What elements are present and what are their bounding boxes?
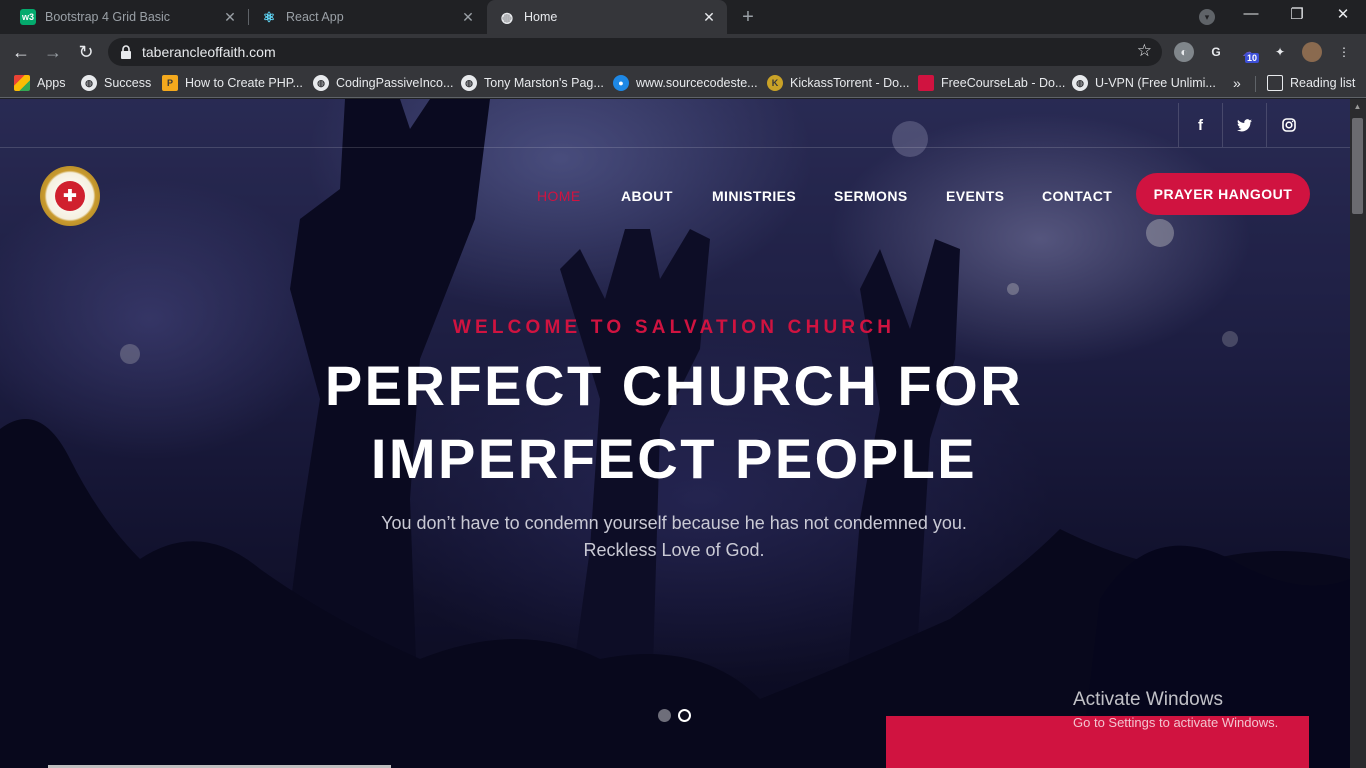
extension-badge: 10 — [1245, 53, 1260, 63]
p-icon: P — [162, 75, 178, 91]
activate-windows-title: Activate Windows — [1073, 689, 1223, 710]
globe-icon: ◍ — [461, 75, 477, 91]
bookmark-freecourselab[interactable]: FreeCourseLab - Do... — [918, 75, 1065, 91]
bookmark-divider — [1255, 76, 1256, 92]
google-icon[interactable]: G — [1206, 42, 1226, 62]
bookmark-kickass[interactable]: K KickassTorrent - Do... — [767, 75, 909, 91]
close-icon[interactable]: ✕ — [460, 9, 476, 25]
globe-icon: ◍ — [313, 75, 329, 91]
bookmark-tony[interactable]: ◍ Tony Marston's Pag... — [461, 75, 604, 91]
nav-ministries[interactable]: MINISTRIES — [712, 188, 796, 204]
bookmark-label: www.sourcecodeste... — [636, 76, 758, 90]
lock-icon — [121, 45, 131, 59]
hero-headline-line2: IMPERFECT PEOPLE — [370, 427, 978, 490]
bookmark-label: KickassTorrent - Do... — [790, 76, 910, 90]
bookmark-label: Apps — [37, 76, 66, 90]
nav-events[interactable]: EVENTS — [946, 188, 1004, 204]
profile-avatar[interactable] — [1302, 42, 1322, 62]
bookmark-label: How to Create PHP... — [185, 76, 303, 90]
nav-contact[interactable]: CONTACT — [1042, 188, 1112, 204]
extension-compass-icon[interactable]: ◐ — [1174, 42, 1194, 62]
church-logo[interactable]: ✚ — [40, 166, 100, 226]
hero-section: f ✚ HOME ABOUT MINISTRIES SERMONS EVENTS… — [0, 99, 1350, 768]
reading-list-button[interactable]: Reading list — [1267, 75, 1355, 91]
bookmark-success[interactable]: ◍ Success — [81, 75, 151, 91]
globe-icon: ◍ — [81, 75, 97, 91]
slider-dot-1[interactable] — [658, 709, 671, 722]
bookmark-uvpn[interactable]: ◍ U-VPN (Free Unlimi... — [1072, 75, 1216, 91]
reading-list-icon — [1267, 75, 1283, 91]
bookmark-codingpassive[interactable]: ◍ CodingPassiveInco... — [313, 75, 453, 91]
nav-sermons[interactable]: SERMONS — [834, 188, 908, 204]
extensions-puzzle-icon[interactable]: ✦ — [1270, 42, 1290, 62]
browser-toolbar: ← → ↻ taberancleoffaith.com ☆ ◐ G ☁ ✦ ⋮ — [0, 34, 1366, 70]
topbar-divider — [0, 147, 1350, 148]
bookmark-label: U-VPN (Free Unlimi... — [1095, 76, 1216, 90]
close-icon[interactable]: ✕ — [701, 9, 717, 25]
nav-about[interactable]: ABOUT — [621, 188, 673, 204]
new-tab-button[interactable]: + — [737, 6, 759, 29]
tab-title: Bootstrap 4 Grid Basic — [45, 10, 171, 24]
hero-subtext-line2: Reckless Love of God. — [583, 540, 765, 560]
restore-icon[interactable]: ❐ — [1282, 5, 1312, 23]
more-bookmarks-icon[interactable]: » — [1233, 75, 1241, 91]
bookmark-star-icon[interactable]: ☆ — [1137, 41, 1152, 61]
facebook-icon[interactable]: f — [1178, 103, 1222, 147]
bible-cross-icon: ✚ — [55, 181, 85, 211]
url-text: taberancleoffaith.com — [142, 44, 276, 60]
tab-react[interactable]: ⚛ React App ✕ — [249, 0, 486, 34]
tab-title: Home — [524, 10, 558, 24]
globe-icon: ◍ — [500, 8, 514, 25]
bookmark-icon — [918, 75, 934, 91]
bookmarks-bar: Apps ◍ Success P How to Create PHP... ◍ … — [0, 70, 1366, 98]
forward-icon[interactable]: → — [42, 41, 64, 63]
bookmark-php[interactable]: P How to Create PHP... — [162, 75, 303, 91]
tab-home[interactable]: ◍ Home ✕ — [487, 0, 727, 34]
hero-kicker: WELCOME TO SALVATION CHURCH — [452, 317, 896, 338]
bookmark-sourcecode[interactable]: ● www.sourcecodeste... — [613, 75, 758, 91]
minimize-icon[interactable]: — — [1236, 5, 1266, 22]
drop-icon: ● — [613, 75, 629, 91]
scrollbar-thumb[interactable] — [1352, 118, 1363, 214]
activate-windows-subtitle: Go to Settings to activate Windows. — [1073, 715, 1279, 730]
back-icon[interactable]: ← — [10, 41, 32, 63]
slider-dot-2[interactable] — [678, 709, 691, 722]
reading-list-label: Reading list — [1290, 76, 1356, 90]
tab-search-icon[interactable]: ▾ — [1199, 9, 1215, 25]
tab-title: React App — [286, 10, 344, 24]
address-bar[interactable]: taberancleoffaith.com ☆ — [108, 38, 1162, 66]
hero-subtext-line1: You don’t have to condemn yourself becau… — [381, 513, 967, 533]
reload-icon[interactable]: ↻ — [75, 41, 97, 63]
bookmark-label: Success — [104, 76, 152, 90]
bookmark-apps[interactable]: Apps — [14, 75, 66, 91]
close-window-icon[interactable]: ✕ — [1328, 5, 1358, 23]
close-icon[interactable]: ✕ — [222, 9, 238, 25]
apps-grid-icon — [14, 75, 30, 91]
twitter-icon[interactable] — [1222, 103, 1266, 147]
bookmark-label: FreeCourseLab - Do... — [941, 76, 1066, 90]
hero-headline-line1: PERFECT CHURCH FOR — [324, 354, 1024, 417]
w3schools-icon: w3 — [20, 9, 36, 25]
instagram-icon[interactable] — [1266, 103, 1310, 147]
scroll-up-arrow-icon[interactable]: ▲ — [1352, 102, 1363, 111]
nav-home[interactable]: HOME — [537, 188, 581, 204]
tab-bootstrap[interactable]: w3 Bootstrap 4 Grid Basic ✕ — [8, 0, 248, 34]
menu-kebab-icon[interactable]: ⋮ — [1334, 42, 1354, 62]
bookmark-label: Tony Marston's Pag... — [484, 76, 604, 90]
tab-strip: w3 Bootstrap 4 Grid Basic ✕ ⚛ React App … — [0, 0, 1366, 34]
globe-icon: ◍ — [1072, 75, 1088, 91]
react-icon: ⚛ — [262, 8, 276, 25]
prayer-hangout-button[interactable]: PRAYER HANGOUT — [1136, 173, 1310, 215]
bookmark-label: CodingPassiveInco... — [336, 76, 454, 90]
k-icon: K — [767, 75, 783, 91]
